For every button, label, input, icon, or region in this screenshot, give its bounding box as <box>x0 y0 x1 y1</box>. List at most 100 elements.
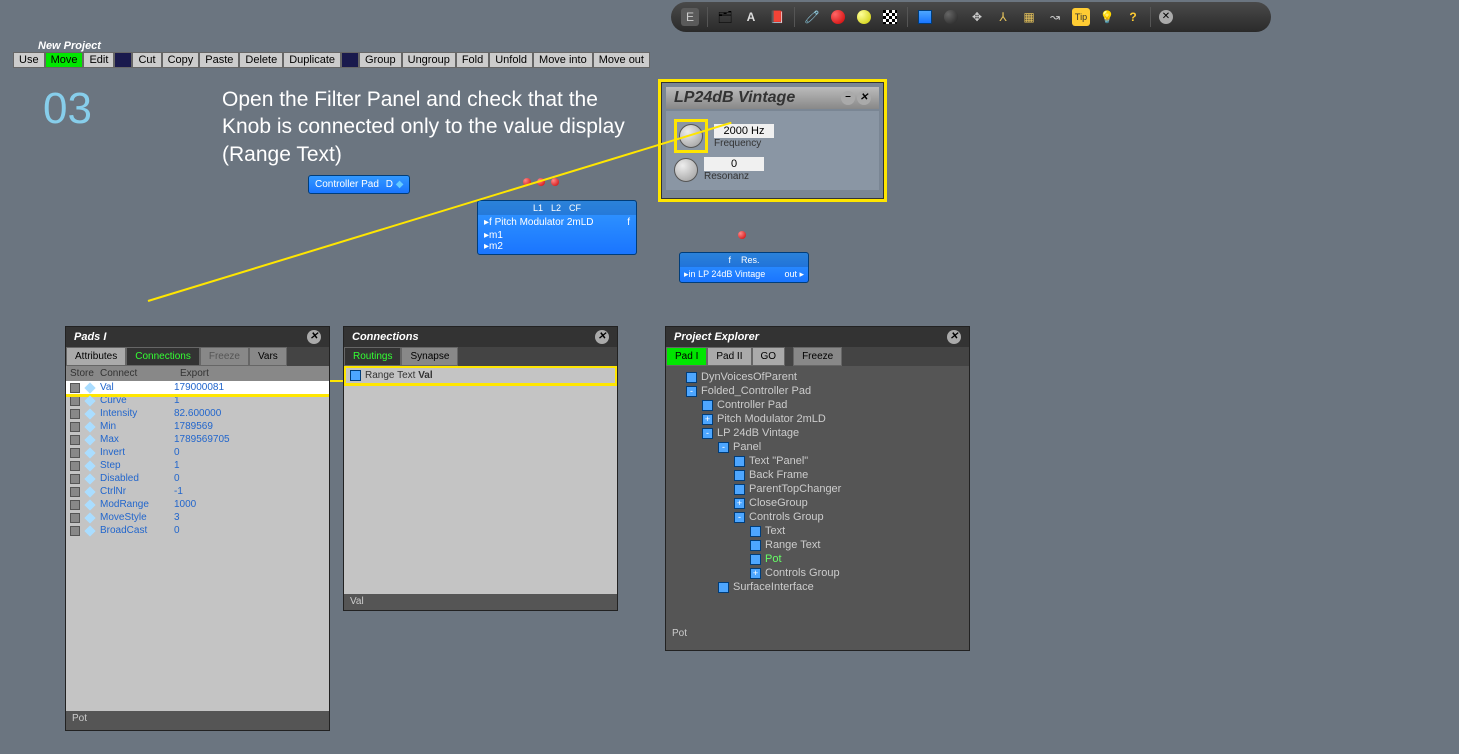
store-checkbox[interactable] <box>70 422 80 432</box>
tool-checker-icon[interactable] <box>881 8 899 26</box>
tree-item[interactable]: +Pitch Modulator 2mLD <box>666 412 969 426</box>
use-button[interactable]: Use <box>13 52 45 68</box>
tree-item[interactable]: -Folded_Controller Pad <box>666 384 969 398</box>
store-checkbox[interactable] <box>70 396 80 406</box>
attr-row-curve[interactable]: Curve1 <box>66 394 329 407</box>
store-checkbox[interactable] <box>70 409 80 419</box>
tree-item[interactable]: -Panel <box>666 440 969 454</box>
attr-row-step[interactable]: Step1 <box>66 459 329 472</box>
tool-window-icon[interactable] <box>916 8 934 26</box>
unfold-button[interactable]: Unfold <box>489 52 533 68</box>
tool-yellow-sphere-icon[interactable] <box>855 8 873 26</box>
attr-row-intensity[interactable]: Intensity82.600000 <box>66 407 329 420</box>
tab-connections[interactable]: Connections <box>126 347 200 366</box>
store-checkbox[interactable] <box>70 448 80 458</box>
store-checkbox[interactable] <box>70 383 80 393</box>
resonance-knob[interactable] <box>674 158 698 182</box>
attr-row-val[interactable]: Val179000081 <box>66 381 329 394</box>
store-checkbox[interactable] <box>70 487 80 497</box>
attr-row-movestyle[interactable]: MoveStyle3 <box>66 511 329 524</box>
fold-button[interactable]: Fold <box>456 52 489 68</box>
tree-item[interactable]: ParentTopChanger <box>666 482 969 496</box>
group-button[interactable]: Group <box>359 52 402 68</box>
close-icon[interactable]: ✕ <box>857 91 871 105</box>
attr-row-disabled[interactable]: Disabled0 <box>66 472 329 485</box>
pads-panel[interactable]: Pads I ✕ Attributes Connections Freeze V… <box>65 326 330 731</box>
expand-icon[interactable]: - <box>718 442 729 453</box>
project-explorer-panel[interactable]: Project Explorer ✕ Pad I Pad II GO Freez… <box>665 326 970 651</box>
tab-freeze[interactable]: Freeze <box>793 347 842 366</box>
close-icon[interactable]: ✕ <box>595 330 609 344</box>
tree-item[interactable]: Pot <box>666 552 969 566</box>
connections-panel-titlebar[interactable]: Connections ✕ <box>344 327 617 347</box>
expand-icon[interactable]: - <box>702 428 713 439</box>
attr-row-modrange[interactable]: ModRange1000 <box>66 498 329 511</box>
expand-icon[interactable]: + <box>750 568 761 579</box>
tree-item[interactable]: Controller Pad <box>666 398 969 412</box>
edit-button[interactable]: Edit <box>83 52 114 68</box>
tree-item[interactable]: SurfaceInterface <box>666 580 969 594</box>
store-checkbox[interactable] <box>70 526 80 536</box>
tool-calendar-icon[interactable]: 📕 <box>768 8 786 26</box>
connection-item[interactable]: Range Text Val <box>346 368 615 383</box>
explorer-titlebar[interactable]: Project Explorer ✕ <box>666 327 969 347</box>
tool-dark-sphere-icon[interactable] <box>942 8 960 26</box>
tab-freeze[interactable]: Freeze <box>200 347 249 366</box>
tree-item[interactable]: Text "Panel" <box>666 454 969 468</box>
tool-red-sphere-icon[interactable] <box>829 8 847 26</box>
move-into-button[interactable]: Move into <box>533 52 593 68</box>
filter-panel[interactable]: LP24dB Vintage – ✕ 2000 Hz Frequency 0 R… <box>661 82 884 199</box>
move-button[interactable]: Move <box>45 52 84 68</box>
tab-pad2[interactable]: Pad II <box>707 347 751 366</box>
tree-item[interactable]: DynVoicesOfParent <box>666 370 969 384</box>
store-checkbox[interactable] <box>70 461 80 471</box>
cut-button[interactable]: Cut <box>132 52 161 68</box>
tree-item[interactable]: Text <box>666 524 969 538</box>
attr-row-ctrlnr[interactable]: CtrlNr-1 <box>66 485 329 498</box>
minimize-icon[interactable]: – <box>841 91 855 105</box>
ungroup-button[interactable]: Ungroup <box>402 52 456 68</box>
tab-vars[interactable]: Vars <box>249 347 287 366</box>
tool-cards-icon[interactable]: 🗂 <box>716 8 734 26</box>
tab-routings[interactable]: Routings <box>344 347 401 366</box>
tab-pad1[interactable]: Pad I <box>666 347 707 366</box>
store-checkbox[interactable] <box>70 435 80 445</box>
move-out-button[interactable]: Move out <box>593 52 650 68</box>
tool-e-icon[interactable]: E <box>681 8 699 26</box>
tool-axis-icon[interactable]: ⅄ <box>994 8 1012 26</box>
port-dot-icon[interactable] <box>738 231 746 239</box>
attr-row-invert[interactable]: Invert0 <box>66 446 329 459</box>
controller-pad-node[interactable]: Controller Pad D ◆ <box>308 175 410 194</box>
lp24db-node[interactable]: f Res. ▸in LP 24dB Vintage out ▸ <box>679 252 809 283</box>
delete-button[interactable]: Delete <box>239 52 283 68</box>
tool-trace-icon[interactable]: ↝ <box>1046 8 1064 26</box>
tree-item[interactable]: Back Frame <box>666 468 969 482</box>
expand-icon[interactable]: - <box>686 386 697 397</box>
copy-button[interactable]: Copy <box>162 52 200 68</box>
port-dot-icon[interactable] <box>551 178 559 186</box>
tree-item[interactable]: +Controls Group <box>666 566 969 580</box>
tool-tip-icon[interactable]: Tip <box>1072 8 1090 26</box>
store-checkbox[interactable] <box>70 500 80 510</box>
attr-row-min[interactable]: Min1789569 <box>66 420 329 433</box>
store-checkbox[interactable] <box>70 513 80 523</box>
tool-help-icon[interactable]: ? <box>1124 8 1142 26</box>
tree-item[interactable]: -Controls Group <box>666 510 969 524</box>
attr-row-max[interactable]: Max1789569705 <box>66 433 329 446</box>
tool-text-icon[interactable]: A <box>742 8 760 26</box>
filter-panel-titlebar[interactable]: LP24dB Vintage – ✕ <box>666 87 879 109</box>
tool-bulb-icon[interactable]: 💡 <box>1098 8 1116 26</box>
tree-item[interactable]: +CloseGroup <box>666 496 969 510</box>
connections-panel[interactable]: Connections ✕ Routings Synapse Range Tex… <box>343 326 618 611</box>
tab-go[interactable]: GO <box>752 347 786 366</box>
tree-item[interactable]: -LP 24dB Vintage <box>666 426 969 440</box>
pitch-modulator-node[interactable]: L1 L2 CF ▸f Pitch Modulator 2mLD f ▸m1 ▸… <box>477 200 637 255</box>
toolbar-close-icon[interactable]: ✕ <box>1159 10 1173 24</box>
tool-move-icon[interactable]: ✥ <box>968 8 986 26</box>
close-icon[interactable]: ✕ <box>307 330 321 344</box>
close-icon[interactable]: ✕ <box>947 330 961 344</box>
store-checkbox[interactable] <box>70 474 80 484</box>
resonance-value[interactable]: 0 <box>704 157 764 171</box>
attr-row-broadcast[interactable]: BroadCast0 <box>66 524 329 537</box>
tree-item[interactable]: Range Text <box>666 538 969 552</box>
